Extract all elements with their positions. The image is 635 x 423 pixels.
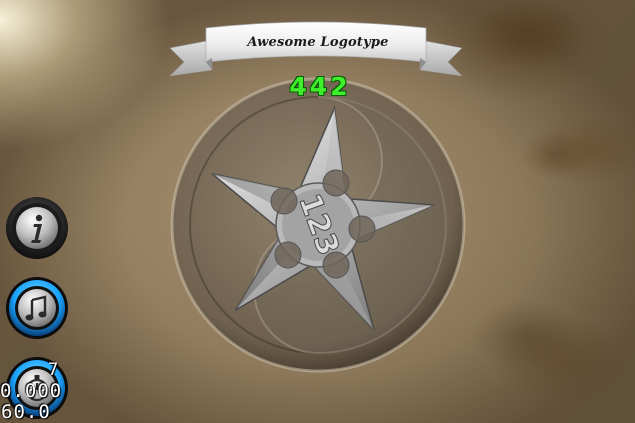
shuriken-target[interactable]: 123 — [168, 75, 468, 375]
timer-count: 7 — [48, 360, 60, 380]
timer-elapsed: 0.000 — [0, 380, 63, 402]
banner-title: Awesome Logotype — [247, 35, 389, 50]
game-screen: Awesome Logotype 123 442 7 0.000 60.0 — [0, 0, 635, 423]
music-toggle-button[interactable] — [5, 276, 69, 340]
info-button[interactable] — [5, 196, 69, 260]
paper-stain — [520, 130, 590, 180]
timer-limit: 60.0 — [1, 401, 51, 423]
shuriken-art: 123 — [170, 77, 466, 373]
music-note-icon — [6, 277, 68, 339]
score-counter: 442 — [289, 72, 351, 101]
paper-stain — [470, 300, 580, 370]
info-icon — [6, 197, 68, 259]
paper-stain — [470, 0, 590, 70]
